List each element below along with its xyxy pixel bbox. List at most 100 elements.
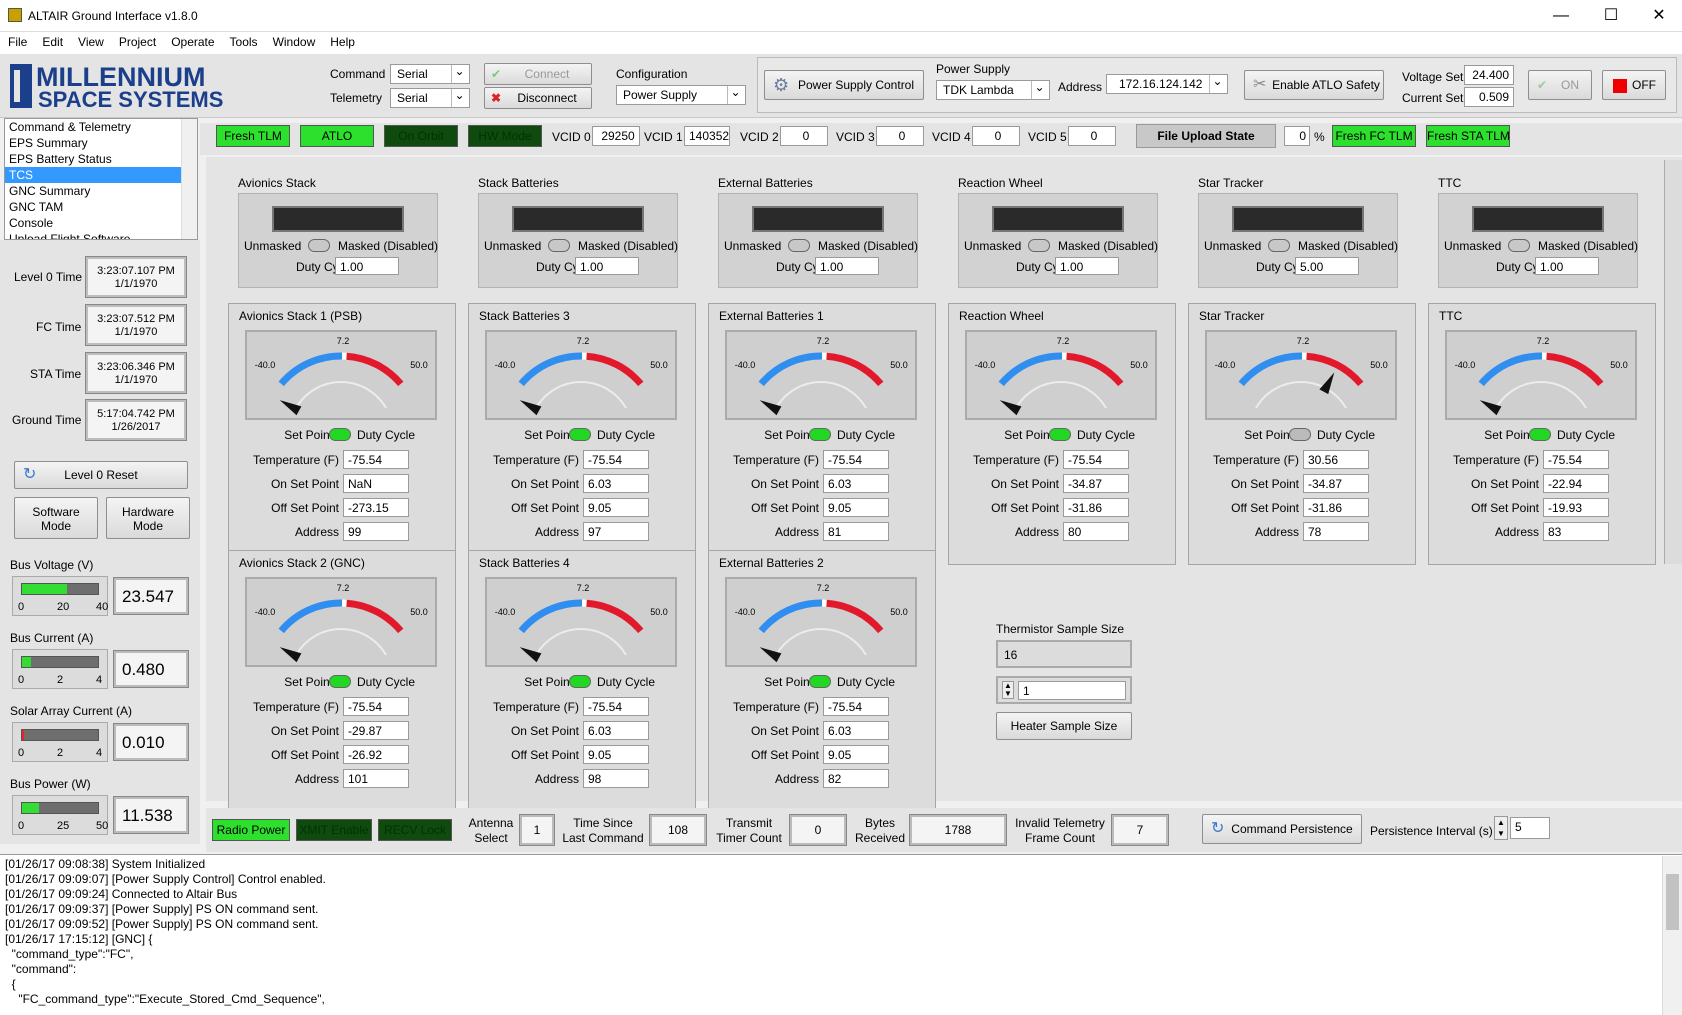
off-set-point-input[interactable]: -31.86 [1063,498,1129,517]
duty-cycle-input[interactable]: 1.00 [575,257,639,275]
duty-cycle-input[interactable]: 1.00 [335,257,399,275]
console-log[interactable]: [01/26/17 09:08:38] System Initialized [… [0,854,1682,1015]
set-points-toggle[interactable] [809,428,831,441]
off-set-point-input[interactable]: -19.93 [1543,498,1609,517]
hardware-mode-button[interactable]: Hardware Mode [106,497,190,539]
disconnect-button[interactable]: ✖ Disconnect [484,87,592,109]
address-input[interactable]: 80 [1063,522,1129,541]
menu-edit[interactable]: Edit [34,32,70,49]
menu-help[interactable]: Help [322,32,362,49]
address-input[interactable]: 97 [583,522,649,541]
nav-item-upload-flight-software[interactable]: Upload Flight Software [5,231,197,239]
address-input[interactable]: 82 [823,769,889,788]
configuration-select[interactable]: Power Supply [616,85,746,105]
set-points-toggle[interactable] [569,428,591,441]
duty-cycle-input[interactable]: 1.00 [1055,257,1119,275]
address-input[interactable]: 98 [583,769,649,788]
heater-sample-size-input[interactable]: 1 [1018,681,1126,700]
on-set-point-input[interactable]: -34.87 [1063,474,1129,493]
power-supply-select[interactable]: TDK Lambda [936,80,1050,100]
address-input[interactable]: 81 [823,522,889,541]
menu-window[interactable]: Window [265,32,323,49]
mask-toggle[interactable] [1028,239,1050,252]
address-input[interactable]: 101 [343,769,409,788]
on-set-point-input[interactable]: 6.03 [583,721,649,740]
set-points-toggle[interactable] [569,675,591,688]
on-set-point-input[interactable]: -29.87 [343,721,409,740]
set-points-toggle[interactable] [809,675,831,688]
log-scrollbar[interactable] [1662,856,1682,1015]
address-input[interactable]: 99 [343,522,409,541]
mask-toggle[interactable] [1268,239,1290,252]
menu-tools[interactable]: Tools [222,32,265,49]
menu-view[interactable]: View [70,32,111,49]
menu-operate[interactable]: Operate [163,32,221,49]
connect-button[interactable]: ✔ Connect [484,63,592,85]
heater-title: Stack Batteries [478,176,559,190]
set-points-toggle[interactable] [329,675,351,688]
set-points-toggle[interactable] [1529,428,1551,441]
power-supply-label: Power Supply [936,62,1011,76]
nav-item-gnc-summary[interactable]: GNC Summary [5,183,197,199]
maximize-button[interactable]: ☐ [1588,0,1634,32]
mask-toggle[interactable] [1508,239,1530,252]
off-set-point-input[interactable]: -31.86 [1303,498,1369,517]
nav-item-command-telemetry[interactable]: Command & Telemetry [5,119,197,135]
nav-item-gnc-tam[interactable]: GNC TAM [5,199,197,215]
log-scrollbar-thumb[interactable] [1666,874,1679,930]
set-points-toggle[interactable] [1049,428,1071,441]
off-set-point-input[interactable]: 9.05 [583,745,649,764]
minimize-button[interactable]: — [1538,0,1584,32]
nav-item-tcs[interactable]: TCS [5,167,197,183]
off-set-point-input[interactable]: 9.05 [823,745,889,764]
duty-cycle-input[interactable]: 5.00 [1295,257,1359,275]
gauge-needle [279,400,302,416]
duty-cycle-input[interactable]: 1.00 [1535,257,1599,275]
heater-sample-spinner[interactable]: ▲ ▼ [1002,681,1014,699]
power-supply-control-button[interactable]: ⚙ Power Supply Control [764,70,924,100]
off-set-point-input[interactable]: 9.05 [823,498,889,517]
off-button[interactable]: OFF [1602,70,1666,100]
on-set-point-input[interactable]: 6.03 [583,474,649,493]
set-points-toggle[interactable] [329,428,351,441]
nav-list[interactable]: Command & Telemetry EPS Summary EPS Batt… [4,118,198,240]
off-set-point-input[interactable]: -26.92 [343,745,409,764]
nav-item-eps-summary[interactable]: EPS Summary [5,135,197,151]
level0-reset-button[interactable]: ↻ Level 0 Reset [14,461,188,489]
on-button[interactable]: ✔ ON [1528,70,1592,100]
address-input[interactable]: 83 [1543,522,1609,541]
on-set-point-input[interactable]: 6.03 [823,721,889,740]
command-select[interactable]: Serial [390,64,470,84]
nav-item-eps-battery-status[interactable]: EPS Battery Status [5,151,197,167]
software-mode-button[interactable]: Software Mode [14,497,98,539]
on-set-point-input[interactable]: 6.03 [823,474,889,493]
menu-project[interactable]: Project [111,32,163,49]
on-set-point-input[interactable]: NaN [343,474,409,493]
persistence-interval-input[interactable]: 5 [1510,817,1550,839]
address-select[interactable]: 172.16.124.142 [1106,74,1228,94]
address-input[interactable]: 78 [1303,522,1369,541]
heater-sample-size-button[interactable]: Heater Sample Size [996,712,1132,740]
enable-atlo-safety-button[interactable]: ✂ Enable ATLO Safety [1244,70,1384,100]
on-set-point-input[interactable]: -22.94 [1543,474,1609,493]
off-set-point-input[interactable]: -273.15 [343,498,409,517]
command-persistence-button[interactable]: ↻ Command Persistence [1202,814,1362,844]
set-points-toggle[interactable] [1289,428,1311,441]
persistence-interval-spinner[interactable]: ▲ ▼ [1494,816,1508,840]
close-button[interactable]: ✕ [1636,0,1682,32]
mask-toggle[interactable] [788,239,810,252]
voltage-set-input[interactable]: 24.400 [1464,65,1514,85]
main-scrollbar[interactable] [1664,160,1682,564]
mask-toggle[interactable] [308,239,330,252]
vcid-label: VCID 1 [644,130,683,144]
nav-item-console[interactable]: Console [5,215,197,231]
gauge-hot-arc [1546,352,1604,387]
mask-toggle[interactable] [548,239,570,252]
duty-cycle-input[interactable]: 1.00 [815,257,879,275]
nav-scrollbar[interactable] [181,119,197,239]
off-set-point-input[interactable]: 9.05 [583,498,649,517]
on-set-point-input[interactable]: -34.87 [1303,474,1369,493]
menu-file[interactable]: File [0,32,34,49]
telemetry-select[interactable]: Serial [390,88,470,108]
current-set-input[interactable]: 0.509 [1464,87,1514,107]
